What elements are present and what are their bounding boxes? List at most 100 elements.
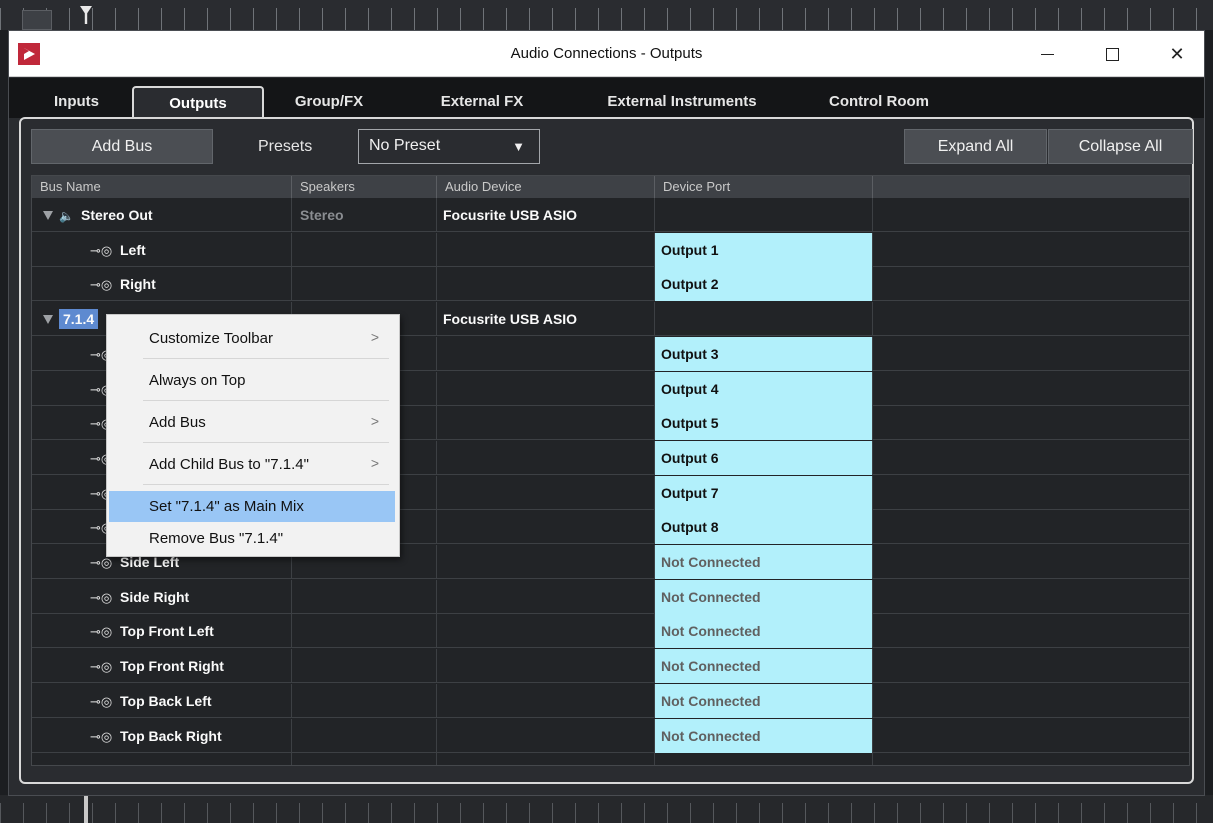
menu-item-add-child-bus[interactable]: Add Child Bus to "7.1.4" >: [109, 449, 395, 480]
expand-triangle-icon[interactable]: [43, 211, 53, 220]
speakers-cell: [292, 232, 437, 267]
audio-device-cell[interactable]: [437, 336, 655, 371]
expand-triangle-icon[interactable]: [43, 315, 53, 325]
minimize-button[interactable]: [1024, 31, 1070, 77]
plug-icon: ⊸◎: [90, 242, 113, 258]
preset-dropdown[interactable]: No Preset ▼: [358, 129, 540, 164]
plug-icon: ⊸◎: [90, 555, 113, 570]
audio-device-cell[interactable]: [437, 614, 655, 649]
device-port-cell[interactable]: Output 4: [655, 371, 873, 406]
device-port-cell[interactable]: Output 3: [655, 336, 873, 371]
plug-icon: ⊸◎: [90, 589, 113, 605]
column-header-device-port[interactable]: Device Port: [655, 176, 873, 198]
audio-device-cell[interactable]: [437, 440, 655, 475]
audio-device-cell[interactable]: [437, 649, 655, 684]
speakers-cell: [292, 579, 437, 614]
bus-name-cell[interactable]: ⊸◎ Top Back Left: [32, 683, 292, 718]
table-row[interactable]: [32, 753, 1189, 765]
submenu-chevron-icon: >: [370, 329, 379, 345]
bus-name-cell[interactable]: ⊸◎ Right: [32, 267, 292, 302]
bus-name-cell[interactable]: ⊸◎ Top Back Right: [32, 718, 292, 753]
column-header-audio-device[interactable]: Audio Device: [437, 176, 655, 198]
device-port-cell[interactable]: Not Connected: [655, 683, 873, 718]
menu-separator: [143, 358, 389, 359]
device-port-cell[interactable]: Output 7: [655, 475, 873, 510]
device-port-cell[interactable]: Not Connected: [655, 545, 873, 579]
device-port-label: Not Connected: [661, 727, 761, 744]
bus-name-cell[interactable]: [32, 753, 292, 765]
device-port-cell[interactable]: Output 1: [655, 232, 873, 267]
bus-name-cell[interactable]: ⊸◎ Top Front Right: [32, 649, 292, 684]
audio-device-cell[interactable]: Focusrite USB ASIO: [437, 198, 655, 232]
device-port-cell[interactable]: Not Connected: [655, 649, 873, 684]
bus-name-cell[interactable]: ⊸◎ Side Right: [32, 579, 292, 614]
close-button[interactable]: ✕: [1154, 31, 1200, 77]
expand-all-button[interactable]: Expand All: [904, 129, 1047, 164]
device-port-label: Output 7: [661, 484, 719, 501]
tab-external-fx[interactable]: External FX: [417, 86, 547, 118]
ruler-button[interactable]: [22, 10, 52, 30]
audio-device-cell[interactable]: [437, 545, 655, 579]
close-icon: ✕: [1169, 43, 1185, 64]
add-bus-button[interactable]: Add Bus: [31, 129, 213, 164]
column-header-bus-name[interactable]: Bus Name: [32, 176, 292, 198]
speakers-cell: [292, 753, 437, 765]
speaker-icon: 🔈: [59, 209, 74, 223]
tab-inputs[interactable]: Inputs: [29, 86, 124, 118]
table-row[interactable]: ⊸◎ Left Output 1: [32, 232, 1189, 267]
bus-name-cell[interactable]: ⊸◎ Top Front Left: [32, 614, 292, 649]
device-port-cell[interactable]: Output 5: [655, 406, 873, 441]
tab-group-fx[interactable]: Group/FX: [279, 86, 379, 118]
menu-item-always-on-top[interactable]: Always on Top: [109, 365, 395, 396]
speakers-cell: [292, 718, 437, 753]
device-port-cell[interactable]: [655, 198, 873, 232]
audio-device-cell[interactable]: [437, 579, 655, 614]
device-port-label: Output 2: [661, 276, 719, 293]
menu-item-customize-toolbar[interactable]: Customize Toolbar >: [109, 323, 395, 354]
audio-device-cell[interactable]: [437, 753, 655, 765]
audio-device-cell[interactable]: [437, 510, 655, 545]
table-row[interactable]: ⊸◎ Top Front Left Not Connected: [32, 614, 1189, 649]
speakers-cell: [292, 649, 437, 684]
table-row[interactable]: ⊸◎ Side Right Not Connected: [32, 579, 1189, 614]
column-header-speakers[interactable]: Speakers: [292, 176, 437, 198]
bus-name-cell[interactable]: ⊸◎ Left: [32, 232, 292, 267]
table-row[interactable]: ⊸◎ Top Back Right Not Connected: [32, 718, 1189, 753]
device-port-cell[interactable]: Output 8: [655, 510, 873, 545]
audio-device-cell[interactable]: [437, 475, 655, 510]
empty-cell: [873, 302, 1189, 336]
table-row[interactable]: ⊸◎ Right Output 2: [32, 267, 1189, 302]
audio-device-cell[interactable]: [437, 267, 655, 302]
audio-device-cell[interactable]: Focusrite USB ASIO: [437, 302, 655, 337]
bus-name-cell[interactable]: 🔈 Stereo Out: [32, 198, 292, 232]
tab-control-room[interactable]: Control Room: [814, 86, 944, 118]
audio-device-cell[interactable]: [437, 232, 655, 267]
menu-item-add-bus[interactable]: Add Bus >: [109, 407, 395, 438]
audio-device-cell[interactable]: [437, 406, 655, 441]
audio-device-cell[interactable]: [437, 718, 655, 753]
device-port-label: Not Connected: [661, 623, 761, 640]
maximize-button[interactable]: [1089, 31, 1135, 77]
menu-item-remove-bus[interactable]: Remove Bus "7.1.4": [109, 523, 395, 554]
table-row[interactable]: 🔈 Stereo Out Stereo Focusrite USB ASIO: [32, 198, 1189, 232]
device-port-cell[interactable]: Not Connected: [655, 614, 873, 649]
audio-device-cell[interactable]: [437, 371, 655, 406]
tab-external-instruments[interactable]: External Instruments: [587, 86, 777, 118]
device-port-cell[interactable]: Output 6: [655, 440, 873, 475]
tab-outputs[interactable]: Outputs: [132, 86, 264, 120]
device-port-cell[interactable]: [655, 753, 873, 765]
table-row[interactable]: ⊸◎ Top Back Left Not Connected: [32, 683, 1189, 718]
collapse-all-button[interactable]: Collapse All: [1048, 129, 1193, 164]
device-port-cell[interactable]: [655, 302, 873, 337]
table-row[interactable]: ⊸◎ Top Front Right Not Connected: [32, 649, 1189, 684]
audio-device-cell[interactable]: [437, 683, 655, 718]
device-port-label: Output 4: [661, 380, 719, 397]
dropdown-arrow-icon: ▼: [512, 139, 525, 154]
menu-item-set-main-mix[interactable]: Set "7.1.4" as Main Mix: [109, 491, 395, 522]
device-port-cell[interactable]: Output 2: [655, 267, 873, 302]
title-bar[interactable]: Audio Connections - Outputs ✕: [9, 31, 1204, 77]
playhead[interactable]: [84, 795, 88, 823]
device-port-cell[interactable]: Not Connected: [655, 579, 873, 614]
empty-cell: [873, 198, 1189, 232]
device-port-cell[interactable]: Not Connected: [655, 718, 873, 753]
